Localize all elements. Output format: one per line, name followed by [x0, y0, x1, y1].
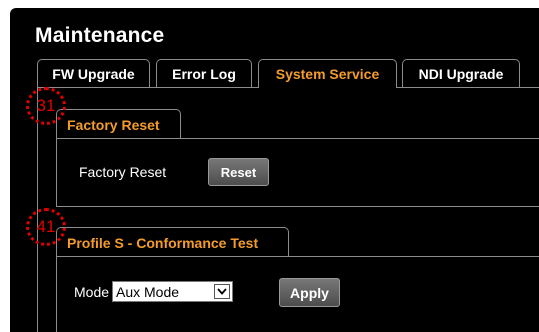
tab-ndi-upgrade[interactable]: NDI Upgrade [402, 59, 520, 87]
callout-marker-41: 41 [26, 208, 66, 246]
tab-fw-upgrade[interactable]: FW Upgrade [37, 59, 150, 87]
tab-error-log[interactable]: Error Log [156, 59, 252, 87]
factory-reset-label: Factory Reset [79, 164, 167, 180]
page-title: Maintenance [35, 24, 165, 47]
factory-reset-section-title: Factory Reset [56, 109, 181, 139]
callout-marker-31: 31 [26, 87, 66, 125]
tab-bar-divider [397, 87, 539, 88]
mode-select-value: Aux Mode [116, 283, 180, 300]
tab-bar-divider [37, 87, 258, 88]
apply-button[interactable]: Apply [279, 278, 340, 307]
reset-button[interactable]: Reset [208, 158, 269, 186]
chevron-down-icon[interactable] [214, 284, 230, 299]
mode-select[interactable]: Aux Mode [112, 281, 233, 302]
mode-label: Mode [74, 284, 110, 300]
conformance-test-section-title: Profile S - Conformance Test [56, 227, 289, 257]
tab-system-service[interactable]: System Service [258, 59, 397, 88]
